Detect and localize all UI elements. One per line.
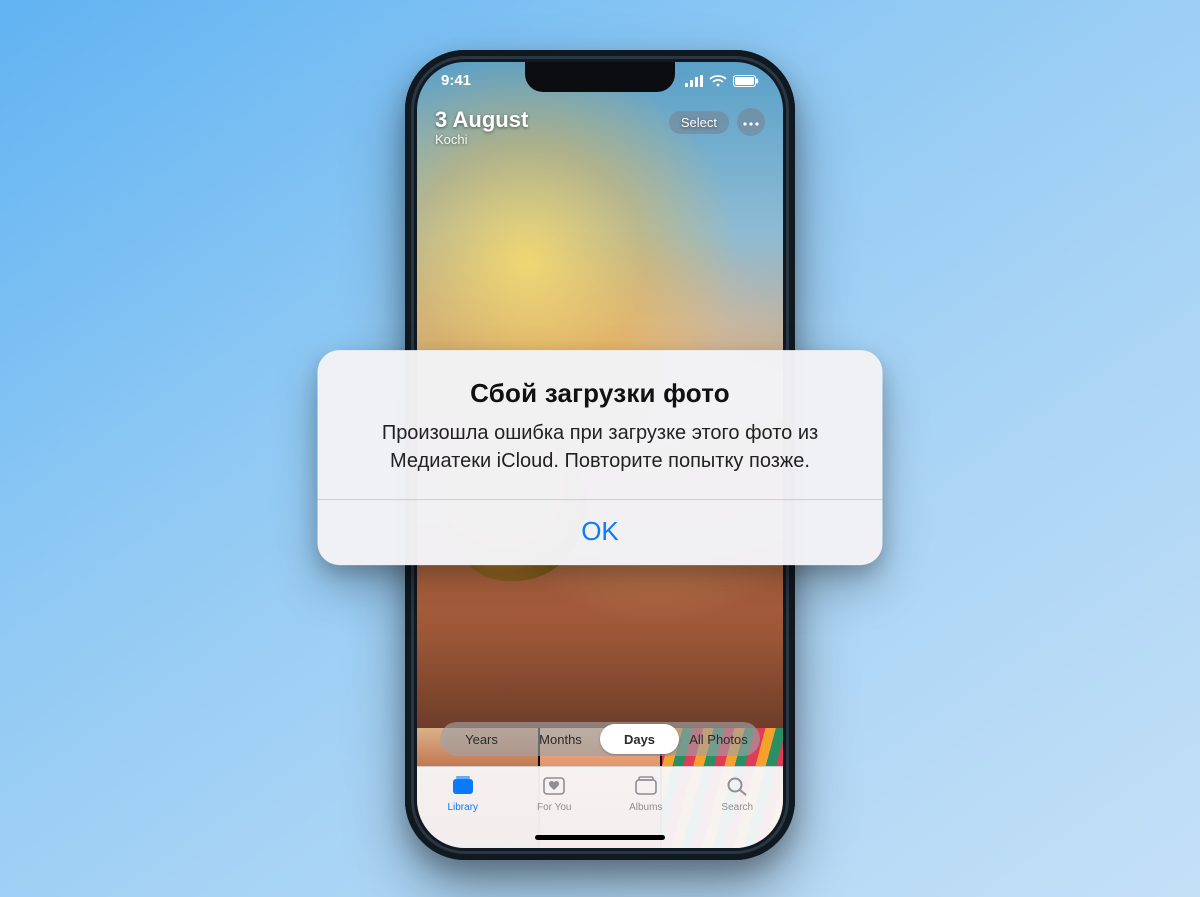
segment-years[interactable]: Years	[442, 724, 521, 754]
albums-icon	[633, 775, 659, 800]
heart-icon	[541, 775, 567, 800]
segment-days[interactable]: Days	[600, 724, 679, 754]
header-date: 3 August	[435, 108, 528, 132]
battery-icon	[733, 75, 759, 87]
cellular-icon	[685, 75, 703, 87]
alert-message: Произошла ошибка при загрузке этого фото…	[350, 419, 851, 475]
photos-header: 3 August Kochi Select	[417, 108, 783, 147]
select-button[interactable]: Select	[669, 111, 729, 134]
alert-title: Сбой загрузки фото	[350, 378, 851, 409]
ellipsis-icon	[743, 113, 759, 131]
header-location: Kochi	[435, 132, 528, 147]
search-icon	[724, 775, 750, 800]
segment-all-photos[interactable]: All Photos	[679, 724, 758, 754]
tab-search[interactable]: Search	[702, 775, 772, 813]
segment-months[interactable]: Months	[521, 724, 600, 754]
status-time: 9:41	[441, 72, 471, 89]
time-scope-segment[interactable]: Years Months Days All Photos	[440, 722, 760, 756]
tab-albums[interactable]: Albums	[611, 775, 681, 813]
library-icon	[450, 775, 476, 800]
tab-library[interactable]: Library	[428, 775, 498, 813]
tab-for-you[interactable]: For You	[519, 775, 589, 813]
more-button[interactable]	[737, 108, 765, 136]
tab-label: Library	[447, 802, 478, 813]
error-alert: Сбой загрузки фото Произошла ошибка при …	[318, 350, 883, 565]
tab-label: Search	[721, 802, 753, 813]
home-indicator[interactable]	[535, 835, 665, 840]
alert-ok-button[interactable]: OK	[318, 500, 883, 565]
wifi-icon	[709, 75, 727, 87]
tab-label: Albums	[629, 802, 662, 813]
status-bar: 9:41	[417, 72, 783, 89]
tab-label: For You	[537, 802, 571, 813]
